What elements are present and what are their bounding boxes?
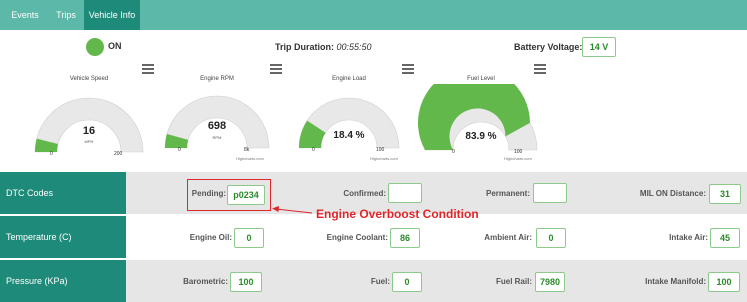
annotation-text: Engine Overboost Condition <box>316 207 479 221</box>
annotation-arrow-icon <box>272 206 313 214</box>
